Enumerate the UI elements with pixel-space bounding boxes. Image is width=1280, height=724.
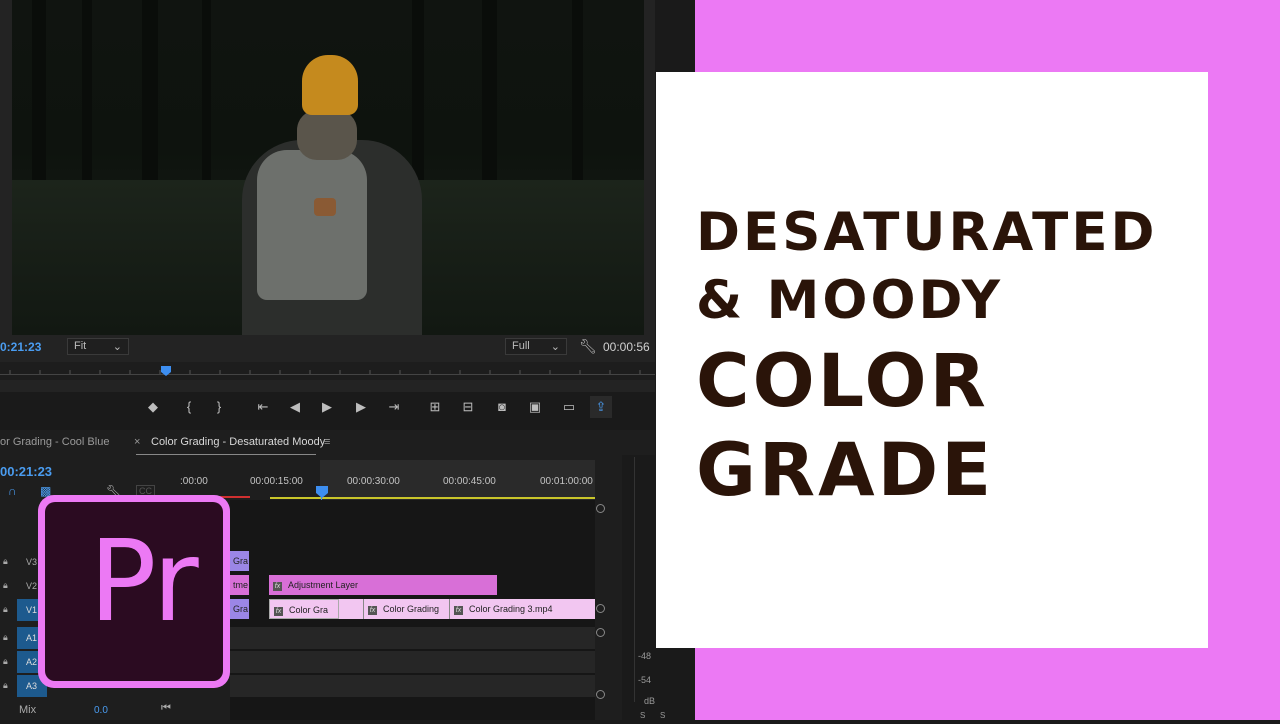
lock-icon[interactable]: 🔒︎ — [3, 656, 8, 667]
scrubber-ticks — [9, 366, 641, 376]
scroll-handle-bottom[interactable] — [596, 690, 605, 699]
playhead-timecode[interactable]: 00:21:23 — [0, 464, 52, 479]
tab-desaturated-moody[interactable]: Color Grading - Desaturated Moody — [151, 436, 325, 448]
clip-color-gra[interactable]: fx Color Gra — [269, 599, 339, 619]
title-line-3: COLOR — [696, 339, 989, 424]
ruler-label: 00:00:45:00 — [443, 476, 496, 487]
meter-label: -48 — [638, 651, 652, 661]
logo-text: Pr — [89, 517, 199, 647]
go-to-end-icon[interactable]: ⏮ — [161, 702, 171, 715]
export-frame-icon[interactable]: ⇪ — [590, 396, 612, 418]
scroll-handle-audio[interactable] — [596, 628, 605, 637]
clip-v1-left[interactable]: Gra — [229, 599, 249, 619]
video-preview — [12, 0, 644, 335]
menu-icon[interactable]: ≡ — [324, 436, 330, 448]
audio-lane-a3[interactable] — [230, 675, 595, 697]
step-back-icon[interactable]: ◀ — [284, 396, 306, 418]
meter-label: -54 — [638, 675, 652, 685]
track-mix: Mix 0.0 ⏮ — [0, 702, 595, 724]
premiere-pro-logo: Pr — [38, 495, 230, 688]
title-line-4: GRADE — [696, 428, 995, 513]
clip-adjustment-layer[interactable]: fx Adjustment Layer — [269, 575, 497, 595]
track-label-v3: V3 — [26, 557, 38, 567]
monitor-scrubber[interactable] — [0, 362, 655, 380]
backpack — [257, 150, 367, 300]
solo-button[interactable]: S — [640, 711, 645, 720]
clip-transition[interactable] — [339, 599, 363, 619]
track-label-v1: V1 — [26, 605, 38, 615]
clip-v2-left[interactable]: tme — [229, 575, 249, 595]
current-timecode[interactable]: 0:21:23 — [0, 340, 41, 354]
audio-lane-a1[interactable] — [230, 627, 595, 649]
comparison-view-icon[interactable]: ▣ — [524, 396, 546, 418]
fx-icon: fx — [454, 606, 463, 615]
camera-icon[interactable]: ◙ — [491, 396, 513, 418]
lock-icon[interactable]: 🔒︎ — [3, 632, 8, 643]
lock-icon[interactable]: 🔒︎ — [3, 680, 8, 691]
lock-icon[interactable]: 🔒︎ — [3, 580, 8, 591]
lock-icon[interactable]: 🔒︎ — [3, 604, 8, 615]
close-icon[interactable]: × — [134, 436, 140, 448]
title-card: DESATURATED & MOODY COLOR GRADE — [656, 72, 1208, 648]
yellow-beanie — [302, 55, 358, 115]
extract-icon[interactable]: ⊟ — [457, 396, 479, 418]
mix-label: Mix — [19, 704, 37, 716]
marker-icon[interactable]: ◆ — [142, 396, 164, 418]
chevron-down-icon: ⌄ — [112, 341, 122, 353]
fit-dropdown[interactable]: Fit ⌄ — [67, 338, 129, 355]
audio-lane-a2[interactable] — [230, 651, 595, 673]
clip-label: Color Grading 3.mp4 — [469, 604, 553, 614]
audio-meter: -48 -54 dB S S — [622, 455, 665, 720]
magnet-icon[interactable]: ∩ — [8, 484, 17, 498]
mark-out-icon[interactable]: } — [208, 396, 230, 418]
clip-label: Adjustment Layer — [288, 580, 359, 590]
logo-inner: Pr — [45, 502, 223, 681]
clip-color-grading[interactable]: fx Color Grading — [363, 599, 449, 619]
program-monitor: 0:21:23 Fit ⌄ Full ⌄ 🔧︎ 00:00:56 ◆ {} ⇤… — [0, 0, 655, 418]
play-icon[interactable]: ▶ — [316, 396, 338, 418]
meter-label: dB — [644, 696, 656, 706]
lock-icon[interactable]: 🔒︎ — [3, 556, 8, 567]
track-label-a3: A3 — [26, 681, 38, 691]
ruler-label: 00:00:15:00 — [250, 476, 303, 487]
transport-controls: ◆ { } ⇤ ◀ ▶ ▶ ⇥ ⊞ ⊟ ◙ ▣ ▭ ⇪ — [0, 396, 655, 420]
tab-cool-blue[interactable]: or Grading - Cool Blue — [0, 436, 109, 448]
title-line-1: DESATURATED — [696, 202, 1158, 263]
mark-in-icon[interactable]: { — [178, 396, 200, 418]
quality-dropdown[interactable]: Full ⌄ — [505, 338, 567, 355]
fx-icon: fx — [274, 607, 283, 616]
step-forward-icon[interactable]: ▶ — [350, 396, 372, 418]
monitor-controls-bar: 0:21:23 Fit ⌄ Full ⌄ 🔧︎ 00:00:56 — [0, 338, 655, 358]
scroll-handle-top[interactable] — [596, 504, 605, 513]
track-label-v2: V2 — [26, 581, 38, 591]
ruler-label: 00:01:00:00 — [540, 476, 593, 487]
clip-label: Color Grading — [383, 604, 440, 614]
ruler-label: :00:00 — [180, 476, 208, 487]
ruler-label: 00:00:30:00 — [347, 476, 400, 487]
clip-v3-left[interactable]: Gra — [229, 551, 249, 571]
track-label-a1: A1 — [26, 633, 38, 643]
clip-label: Color Gra — [289, 605, 329, 615]
quality-label: Full — [512, 340, 530, 352]
playhead-handle[interactable] — [316, 486, 328, 498]
duration-timecode: 00:00:56 — [603, 340, 650, 354]
title-line-2: & MOODY — [696, 270, 1004, 331]
chevron-down-icon: ⌄ — [550, 341, 560, 353]
track-label-a2: A2 — [26, 657, 38, 667]
fx-icon: fx — [273, 582, 282, 591]
timeline-ruler[interactable]: :00:00 00:00:15:00 00:00:30:00 00:00:45:… — [180, 460, 595, 500]
scroll-handle-video[interactable] — [596, 604, 605, 613]
solo-button[interactable]: S — [660, 711, 665, 720]
go-to-out-icon[interactable]: ⇥ — [383, 396, 405, 418]
wrench-icon[interactable]: 🔧︎ — [579, 338, 597, 355]
safe-margins-icon[interactable]: ▭ — [558, 396, 580, 418]
lift-icon[interactable]: ⊞ — [424, 396, 446, 418]
mix-value[interactable]: 0.0 — [94, 705, 108, 716]
fx-icon: fx — [368, 606, 377, 615]
go-to-in-icon[interactable]: ⇤ — [252, 396, 274, 418]
clip-color-grading-3[interactable]: fx Color Grading 3.mp4 — [449, 599, 595, 619]
fit-label: Fit — [74, 340, 87, 352]
